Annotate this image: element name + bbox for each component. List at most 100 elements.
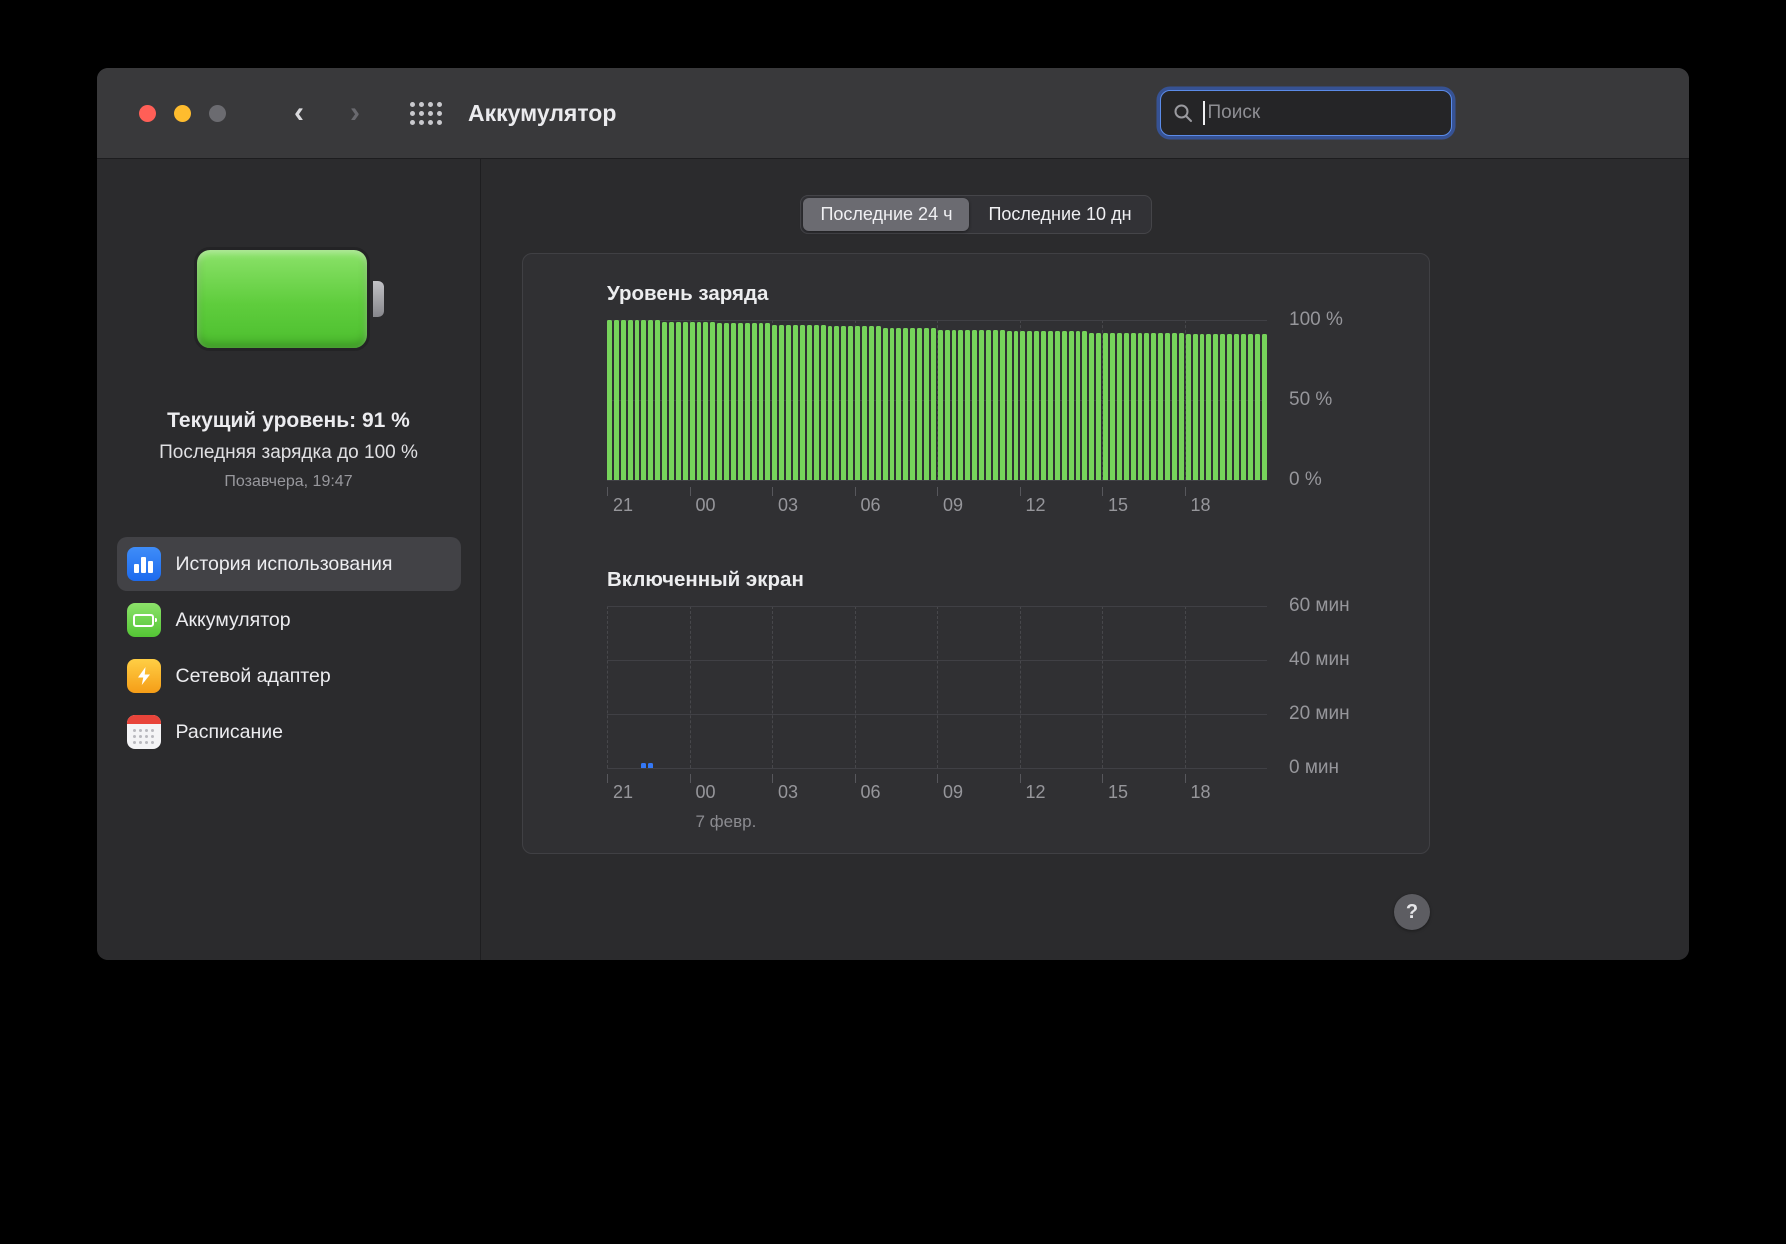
x-axis-tick (607, 487, 608, 496)
screen-on-y-labels: 60 мин 40 мин 20 мин 0 мин (1289, 595, 1399, 778)
bar (1034, 331, 1040, 480)
x-axis-tick (937, 487, 938, 496)
content-pane: Последние 24 ч Последние 10 дн Уровень з… (481, 159, 1689, 960)
back-button[interactable]: ‹ (294, 98, 304, 128)
time-range-segmented-control: Последние 24 ч Последние 10 дн (800, 195, 1152, 234)
last-charge-time: Позавчера, 19:47 (224, 473, 353, 490)
bar (655, 320, 661, 480)
bar (751, 323, 757, 480)
bar (641, 320, 647, 480)
bar (806, 324, 812, 480)
bar (820, 324, 826, 480)
bar (1041, 331, 1046, 480)
tab-last-24h[interactable]: Последние 24 ч (803, 198, 970, 231)
schedule-icon (126, 715, 161, 749)
battery-summary: Текущий уровень: 91 % Последняя зарядка … (159, 409, 418, 491)
x-axis-tick (1184, 774, 1186, 783)
bar (1144, 332, 1150, 480)
titlebar: ‹ › Аккумулятор Поиск (97, 68, 1689, 159)
y-axis-label: 100 % (1289, 309, 1343, 330)
screen-on-chart-title: Включенный экран (607, 568, 804, 591)
x-axis-label: 09 (943, 495, 964, 515)
bar (979, 329, 984, 480)
bar (1054, 331, 1060, 480)
desktop: { "window": { "title": "Аккумулятор", "s… (0, 0, 1786, 1244)
help-button[interactable]: ? (1394, 894, 1430, 930)
x-axis-label: 06 (860, 495, 881, 515)
bar (958, 329, 964, 480)
x-axis-label: 03 (778, 782, 799, 802)
bar (1185, 334, 1191, 480)
horizontal-gridline (607, 480, 1267, 481)
charts-panel: Уровень заряда 100 % 50 % 0 % 21 00 03 06 09 12… (522, 253, 1430, 854)
bar (1151, 332, 1157, 480)
bar (944, 329, 950, 480)
sidebar-item-label: История использования (175, 552, 393, 575)
bar (1158, 332, 1164, 480)
bar (1082, 331, 1088, 480)
battery-body (193, 247, 370, 351)
sidebar-item-schedule[interactable]: Расписание (117, 705, 461, 759)
bar (765, 323, 771, 480)
bar (1075, 331, 1081, 480)
x-axis-tick (1184, 487, 1186, 496)
horizontal-gridline (607, 768, 1267, 769)
screen-on-plot (607, 606, 1267, 769)
bar (992, 329, 998, 480)
bar (1013, 331, 1019, 480)
bar (772, 324, 778, 480)
battery-icon (126, 603, 161, 637)
bar (1096, 332, 1102, 480)
battery-cap (372, 281, 384, 317)
bar (834, 326, 840, 480)
x-axis-tick (607, 774, 608, 783)
bar (1199, 334, 1205, 480)
bar (696, 321, 702, 480)
battery-preferences-window: ‹ › Аккумулятор Поиск Текущий уровень: 9… (97, 68, 1689, 960)
bar (917, 328, 922, 480)
bar (1192, 334, 1198, 480)
bar (648, 762, 654, 768)
screen-on-x-labels: 7 февр. 21 00 03 06 09 12 15 18 (607, 774, 1267, 834)
bar (710, 321, 716, 480)
x-axis-label: 12 (1025, 782, 1046, 802)
x-axis-tick (937, 774, 938, 783)
minimize-button[interactable] (174, 104, 191, 122)
forward-button[interactable]: › (350, 98, 360, 128)
search-input[interactable]: Поиск (1160, 90, 1452, 136)
bar (648, 320, 654, 480)
bar (1206, 334, 1212, 480)
x-axis-tick (689, 774, 691, 783)
zoom-button[interactable] (209, 104, 226, 122)
sidebar-item-power-adapter[interactable]: Сетевой адаптер (117, 649, 461, 703)
sidebar-item-usage-history[interactable]: История использования (116, 537, 461, 591)
bar (1247, 334, 1253, 480)
bar (1165, 332, 1171, 480)
bar (999, 329, 1005, 480)
x-axis-tick (1019, 487, 1021, 496)
bar (937, 329, 943, 480)
bar (703, 321, 709, 480)
bar (799, 324, 805, 480)
bar (1123, 332, 1129, 480)
sidebar-item-battery[interactable]: Аккумулятор (117, 593, 461, 647)
bar (1089, 332, 1095, 480)
sidebar-item-label: Расписание (175, 720, 284, 743)
bar (1220, 334, 1226, 480)
battery-level-chart-title: Уровень заряда (607, 282, 769, 305)
bar (717, 323, 723, 480)
bar (930, 328, 936, 480)
bar (675, 321, 681, 480)
bar (875, 326, 881, 480)
time-range-segment-wrap: Последние 24 ч Последние 10 дн (522, 195, 1430, 234)
tab-last-10d[interactable]: Последние 10 дн (971, 198, 1148, 231)
x-axis-tick (1102, 774, 1103, 783)
close-button[interactable] (139, 104, 156, 122)
x-axis-tick (854, 487, 856, 496)
x-axis-label: 03 (778, 495, 799, 515)
bar (786, 324, 792, 480)
y-axis-label: 0 % (1289, 469, 1322, 490)
show-all-grid-icon[interactable] (410, 101, 442, 125)
bar (1137, 332, 1143, 480)
bar (1240, 334, 1246, 480)
